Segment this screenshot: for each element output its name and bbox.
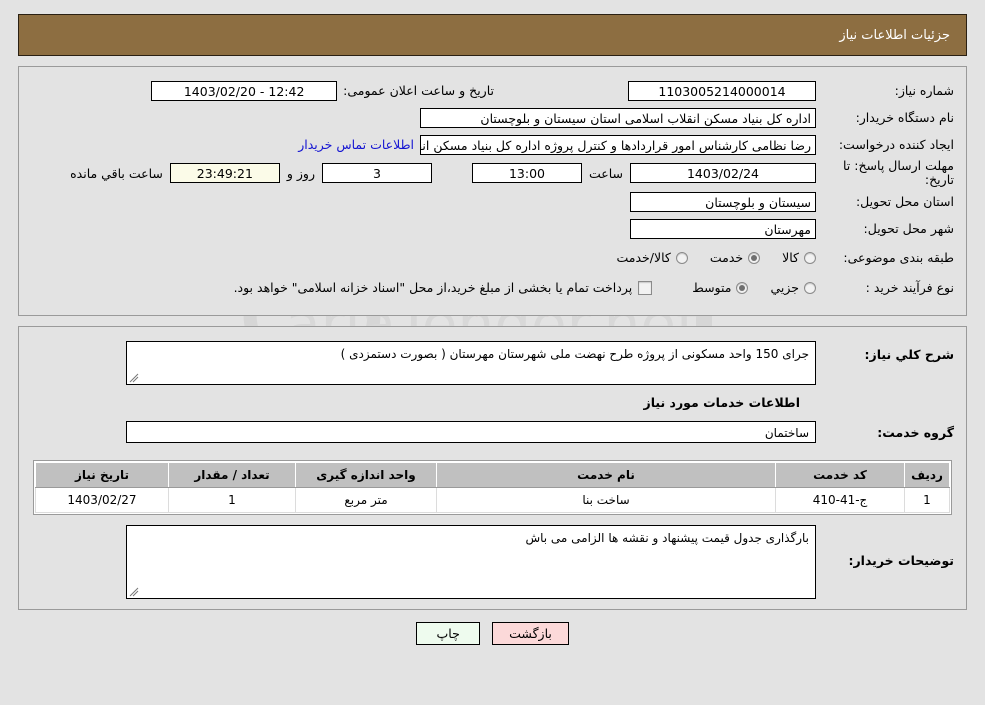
buyer-notes-textarea[interactable]: بارگذاری جدول قیمت پیشنهاد و نقشه ها الز…	[126, 524, 816, 599]
description-textarea[interactable]: جرای 150 واحد مسکونی از پروژه طرح نهضت م…	[126, 340, 816, 385]
city-label: شهر محل تحویل:	[863, 221, 954, 237]
cell-code: ج-41-410	[775, 486, 905, 513]
deadline-date-value[interactable]: 1403/02/24	[630, 163, 816, 184]
row-buyer-notes: توضیحات خریدار: بارگذاری جدول قیمت پیشنه…	[19, 515, 966, 599]
table-row[interactable]: 1 ج-41-410 ساخت بنا متر مربع 1 1403/02/2…	[35, 486, 950, 513]
category-label: طبقه بندی موضوعی:	[843, 249, 954, 265]
process-label: نوع فرآیند خرید :	[865, 279, 954, 295]
radio-icon-selected[interactable]	[736, 281, 749, 294]
city-value[interactable]: مهرستان	[630, 219, 816, 240]
category-option-label: خدمت	[709, 250, 744, 266]
deadline-label: مهلت ارسال پاسخ: تا تاریخ:	[843, 158, 954, 188]
process-option-jozei[interactable]: جزیي	[770, 280, 816, 295]
creator-value[interactable]: رضا نظامی کارشناس امور قراردادها و کنترل…	[420, 134, 816, 155]
row-creator: ایجاد کننده درخواست: رضا نظامی کارشناس ا…	[19, 131, 966, 158]
cell-date: 1403/02/27	[35, 486, 169, 513]
category-option-kala-khedmat[interactable]: کالا/خدمت	[616, 250, 688, 266]
cell-row: 1	[904, 486, 950, 513]
announce-value[interactable]: 12:42 - 1403/02/20	[151, 80, 338, 101]
countdown-label: ساعت باقي مانده	[70, 165, 163, 181]
process-option-label: متوسط	[692, 280, 732, 296]
category-radio-group: کالا خدمت کالا/خدمت	[594, 250, 816, 265]
col-header-code: کد خدمت	[775, 461, 905, 488]
buyer-contact-link[interactable]: اطلاعات تماس خریدار	[292, 137, 420, 152]
process-option-label: جزیي	[770, 280, 799, 296]
items-table-wrapper: ردیف کد خدمت نام خدمت واحد اندازه گیری ت…	[33, 459, 952, 515]
page-title: جزئیات اطلاعات نیاز	[839, 27, 950, 43]
need-info-panel: شماره نیاز: 1103005214000014 تاریخ و ساع…	[18, 66, 967, 316]
cell-unit: متر مربع	[295, 486, 437, 513]
row-need-number: شماره نیاز: 1103005214000014 تاریخ و ساع…	[19, 77, 966, 104]
service-group-label: گروه خدمت:	[877, 424, 954, 440]
days-remaining-value: 3	[321, 163, 432, 184]
buyer-notes-label: توضیحات خریدار:	[848, 552, 954, 568]
payment-checkbox[interactable]	[638, 280, 653, 295]
radio-icon[interactable]	[804, 281, 816, 294]
deadline-hour-label: ساعت	[588, 165, 623, 181]
buyer-org-label: نام دستگاه خریدار:	[855, 109, 954, 125]
footer-button-bar: بازگشت چاپ	[0, 621, 985, 645]
radio-icon[interactable]	[675, 251, 688, 264]
province-label: استان محل تحویل:	[855, 194, 954, 210]
category-option-khedmat[interactable]: خدمت	[709, 250, 761, 266]
days-remaining-label: روز و	[286, 165, 315, 181]
row-process-type: نوع فرآیند خرید : جزیي متوسط پرداخت تمام…	[19, 273, 966, 303]
payment-checkbox-label: پرداخت تمام یا بخشی از مبلغ خرید،از محل …	[233, 280, 633, 296]
category-option-label: کالا/خدمت	[616, 250, 671, 266]
need-number-value[interactable]: 1103005214000014	[628, 80, 816, 101]
col-header-name: نام خدمت	[436, 461, 776, 488]
service-group-value[interactable]: ساختمان	[126, 421, 816, 444]
row-deadline: مهلت ارسال پاسخ: تا تاریخ: 1403/02/24 سا…	[19, 158, 966, 189]
row-city: شهر محل تحویل: مهرستان	[19, 216, 966, 243]
cell-qty: 1	[168, 486, 296, 513]
services-section-title: اطلاعات خدمات مورد نیاز	[643, 394, 801, 410]
col-header-row: ردیف	[904, 461, 950, 488]
announce-label: تاریخ و ساعت اعلان عمومی:	[343, 83, 494, 98]
col-header-date: تاریخ نیاز	[35, 461, 169, 488]
province-value[interactable]: سیستان و بلوچستان	[630, 192, 816, 213]
need-number-label: شماره نیاز:	[894, 82, 954, 98]
radio-icon-selected[interactable]	[748, 251, 761, 264]
radio-icon[interactable]	[804, 251, 816, 264]
payment-checkbox-wrap[interactable]: پرداخت تمام یا بخشی از مبلغ خرید،از محل …	[234, 280, 653, 295]
deadline-hour-value[interactable]: 13:00	[471, 163, 582, 184]
back-button[interactable]: بازگشت	[492, 621, 569, 645]
details-panel: شرح کلي نیاز: جرای 150 واحد مسکونی از پر…	[18, 325, 967, 610]
resize-grip-icon[interactable]	[129, 373, 139, 383]
items-table: ردیف کد خدمت نام خدمت واحد اندازه گیری ت…	[35, 461, 950, 513]
row-category: طبقه بندی موضوعی: کالا خدمت کالا/خدمت	[19, 243, 966, 273]
buyer-org-value[interactable]: اداره کل بنیاد مسکن انقلاب اسلامی استان …	[420, 107, 816, 128]
row-service-group: گروه خدمت: ساختمان	[19, 414, 966, 446]
description-label: شرح کلي نیاز:	[864, 346, 954, 362]
page-header: جزئیات اطلاعات نیاز	[18, 14, 967, 56]
category-option-label: کالا	[782, 250, 799, 266]
creator-label: ایجاد کننده درخواست:	[838, 136, 954, 152]
category-option-kala[interactable]: کالا	[782, 250, 816, 265]
countdown-value: 23:49:21	[169, 163, 280, 184]
resize-grip-icon[interactable]	[129, 587, 139, 597]
table-header-row: ردیف کد خدمت نام خدمت واحد اندازه گیری ت…	[35, 461, 950, 488]
col-header-unit: واحد اندازه گیری	[295, 461, 437, 488]
col-header-qty: تعداد / مقدار	[168, 461, 296, 488]
row-province: استان محل تحویل: سیستان و بلوچستان	[19, 189, 966, 216]
process-option-motavaset[interactable]: متوسط	[692, 280, 749, 296]
row-buyer-org: نام دستگاه خریدار: اداره کل بنیاد مسکن ا…	[19, 104, 966, 131]
row-description: شرح کلي نیاز: جرای 150 واحد مسکونی از پر…	[19, 335, 966, 385]
process-radio-group: جزیي متوسط	[670, 280, 816, 295]
cell-name: ساخت بنا	[436, 486, 776, 513]
print-button[interactable]: چاپ	[416, 621, 481, 645]
